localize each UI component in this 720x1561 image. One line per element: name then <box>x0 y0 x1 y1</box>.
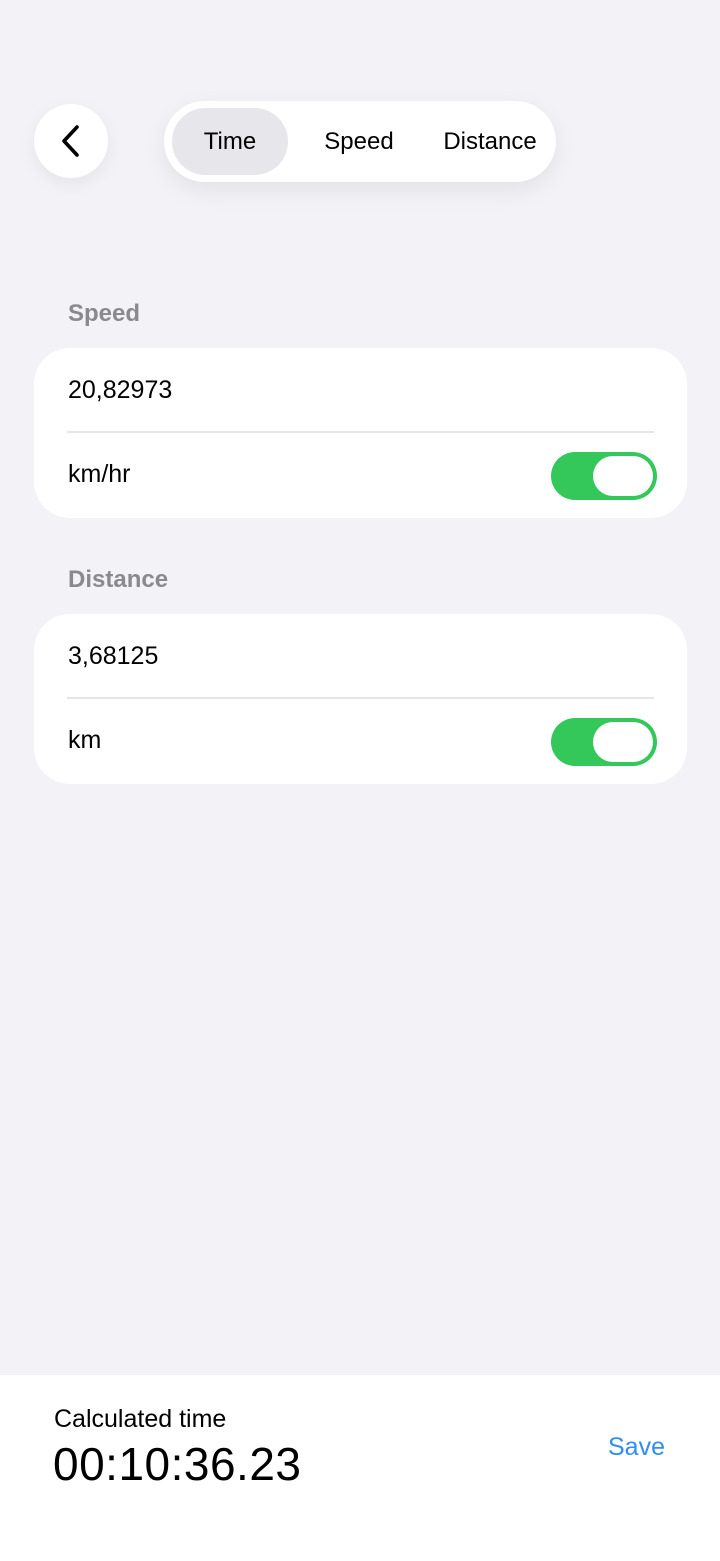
save-button[interactable]: Save <box>608 1433 665 1462</box>
speed-unit-label: km/hr <box>68 460 131 488</box>
tab-time[interactable]: Time <box>172 108 288 175</box>
toggle-knob <box>593 722 653 762</box>
toggle-knob <box>593 456 653 496</box>
screen: Time Speed Distance Speed 20,82973 km/hr… <box>0 0 720 1561</box>
distance-card: 3,68125 km <box>34 614 687 784</box>
divider <box>67 697 654 699</box>
back-button[interactable] <box>34 104 108 178</box>
calculated-time-label: Calculated time <box>54 1405 227 1433</box>
calculated-time-value: 00:10:36.23 <box>53 1438 302 1490</box>
distance-unit-label: km <box>68 726 102 754</box>
divider <box>67 431 654 433</box>
speed-card: 20,82973 km/hr <box>34 348 687 518</box>
speed-section-label: Speed <box>68 300 141 327</box>
speed-unit-toggle[interactable] <box>551 452 657 500</box>
speed-input[interactable]: 20,82973 <box>68 376 172 405</box>
distance-section-label: Distance <box>68 566 169 593</box>
result-panel: Calculated time 00:10:36.23 Save <box>0 1375 720 1561</box>
tab-speed[interactable]: Speed <box>300 108 418 175</box>
chevron-left-icon <box>62 125 79 157</box>
tab-distance[interactable]: Distance <box>426 108 554 175</box>
distance-unit-toggle[interactable] <box>551 718 657 766</box>
distance-input[interactable]: 3,68125 <box>68 642 158 671</box>
mode-segmented-control: Time Speed Distance <box>164 101 556 182</box>
